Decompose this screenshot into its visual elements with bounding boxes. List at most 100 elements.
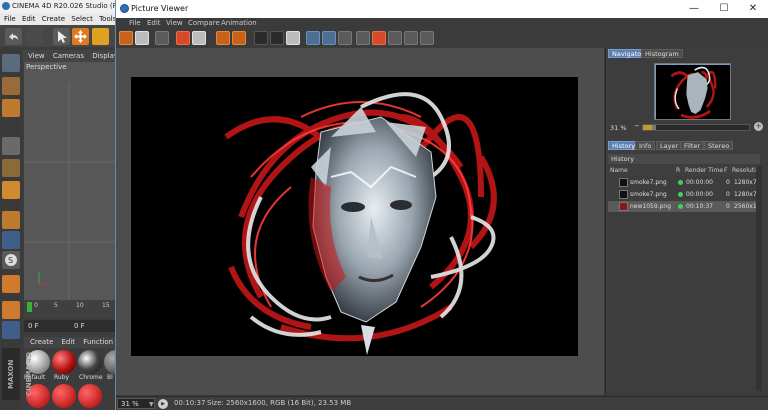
checker-icon[interactable] [2, 99, 20, 117]
undo-icon[interactable] [5, 28, 22, 45]
export-icon[interactable] [404, 31, 418, 45]
channel-alpha-icon[interactable] [322, 31, 336, 45]
snap-icon[interactable]: S [2, 251, 20, 269]
history-row[interactable]: smoke7.png 00:00:00 0 1280x72 [608, 189, 760, 200]
c4d-viewport[interactable]: Perspective [24, 62, 115, 300]
channel-b-icon[interactable] [372, 31, 386, 45]
material-swatch[interactable] [52, 350, 76, 374]
c4d-frame-field[interactable]: 0 F 0 F [24, 320, 115, 332]
current-frame-value: 0 F [28, 322, 39, 330]
select-cursor-icon[interactable] [53, 28, 70, 45]
play-icon[interactable]: ▶ [158, 399, 168, 409]
open-folder-icon[interactable] [119, 31, 133, 45]
c4d-logo-icon [2, 2, 10, 10]
render-view-icon[interactable] [216, 31, 230, 45]
save-icon[interactable] [135, 31, 149, 45]
render-region-icon[interactable] [192, 31, 206, 45]
grid-icon[interactable] [2, 301, 20, 319]
cube-icon[interactable] [2, 54, 20, 72]
points-mode-icon[interactable] [2, 137, 20, 155]
c4d-menu-select[interactable]: Select [71, 15, 93, 23]
maximize-button[interactable]: ☐ [709, 0, 739, 18]
close-button[interactable]: ✕ [738, 0, 768, 18]
c4d-menu-edit[interactable]: Edit [22, 15, 36, 23]
tab-filter[interactable]: Filter [680, 141, 705, 150]
timeline-tick-10: 10 [76, 302, 84, 309]
c4d-titlebar: CINEMA 4D R20.026 Studio (RC - [0, 0, 115, 13]
chevron-down-icon[interactable]: ▼ [149, 398, 154, 410]
col-r[interactable]: R [676, 166, 680, 176]
zoom-slider[interactable] [642, 124, 750, 131]
side-panel: Navigator Histogram 31 % − + History Inf… [605, 48, 768, 395]
history-row-selected[interactable]: new1059.png 00:10:37 0 2560x1 [608, 201, 760, 212]
tweak-icon[interactable] [2, 231, 20, 249]
zoom-out-icon[interactable]: − [634, 122, 640, 130]
crop-icon[interactable] [176, 31, 190, 45]
swap-icon[interactable] [286, 31, 300, 45]
scale-icon[interactable] [92, 28, 109, 45]
timeline-tick-0: 0 [34, 302, 38, 309]
col-render-time[interactable]: Render Time [685, 166, 723, 176]
material-menu-edit[interactable]: Edit [62, 338, 76, 346]
minimize-button[interactable]: — [679, 0, 709, 18]
c4d-menu-file[interactable]: File [4, 15, 16, 23]
c4d-timeline[interactable]: 0 5 10 15 [24, 300, 115, 318]
tab-layer[interactable]: Layer [656, 141, 683, 150]
c4d-toolbar [0, 25, 115, 47]
timeline-playhead[interactable] [27, 302, 32, 312]
compare-b-icon[interactable] [270, 31, 284, 45]
redo-icon[interactable] [26, 28, 43, 45]
menu-animation[interactable]: Animation [221, 18, 257, 29]
grid-view-icon[interactable] [155, 31, 169, 45]
col-name[interactable]: Name [610, 166, 628, 176]
status-dot-icon [678, 204, 683, 209]
lock-icon[interactable] [2, 321, 20, 339]
settings-icon[interactable] [420, 31, 434, 45]
axis-icon[interactable] [2, 211, 20, 229]
viewport-menu-display[interactable]: Display [92, 52, 115, 60]
material-swatch[interactable] [78, 384, 102, 408]
tab-stereo[interactable]: Stereo [704, 141, 734, 150]
channel-rgb-icon[interactable] [306, 31, 320, 45]
workplane-icon[interactable] [2, 275, 20, 293]
material-menu-function[interactable]: Function [83, 338, 113, 346]
history-row-name: new1059.png [630, 203, 671, 210]
texture-icon[interactable] [2, 77, 20, 95]
material-label: Bl [107, 374, 113, 381]
viewport-menu-view[interactable]: View [28, 52, 45, 60]
edges-mode-icon[interactable] [2, 159, 20, 177]
c4d-menu-tools[interactable]: Tools [99, 15, 115, 23]
navigator-thumbnail[interactable] [654, 63, 731, 120]
window-titlebar[interactable]: Picture Viewer — ☐ ✕ [116, 0, 768, 18]
rendered-image [131, 77, 578, 356]
history-row-name: smoke7.png [630, 179, 667, 186]
navigator-viewport-frame[interactable] [655, 64, 730, 119]
compare-a-icon[interactable] [254, 31, 268, 45]
menu-compare[interactable]: Compare [188, 18, 220, 29]
menu-file[interactable]: File [129, 18, 141, 29]
menu-view[interactable]: View [166, 18, 183, 29]
move-icon[interactable] [72, 28, 89, 45]
viewport-menu-cameras[interactable]: Cameras [53, 52, 84, 60]
zoom-slider-handle[interactable] [651, 125, 656, 130]
filter-icon[interactable] [388, 31, 402, 45]
tab-info[interactable]: Info [635, 141, 656, 150]
channel-a-icon[interactable] [356, 31, 370, 45]
history-scrollbar[interactable] [756, 166, 762, 391]
render-picture-viewer-icon[interactable] [232, 31, 246, 45]
history-row[interactable]: smoke7.png 00:00:00 0 1280x72 [608, 177, 760, 188]
c4d-menu-create[interactable]: Create [42, 15, 65, 23]
menu-edit[interactable]: Edit [147, 18, 161, 29]
material-swatch[interactable] [104, 350, 115, 374]
col-frame[interactable]: F [724, 166, 727, 176]
zoom-in-icon[interactable]: + [754, 122, 763, 131]
material-swatch[interactable] [52, 384, 76, 408]
status-image-info: Size: 2560x1600, RGB (16 Bit), 23.53 MB [207, 399, 352, 407]
tab-histogram[interactable]: Histogram [641, 49, 683, 58]
image-viewport[interactable] [116, 48, 604, 395]
material-menu-create[interactable]: Create [30, 338, 53, 346]
polygons-mode-icon[interactable] [2, 181, 20, 199]
material-swatch[interactable] [78, 350, 102, 374]
channel-mono-icon[interactable] [338, 31, 352, 45]
material-label: Ruby [54, 374, 70, 381]
